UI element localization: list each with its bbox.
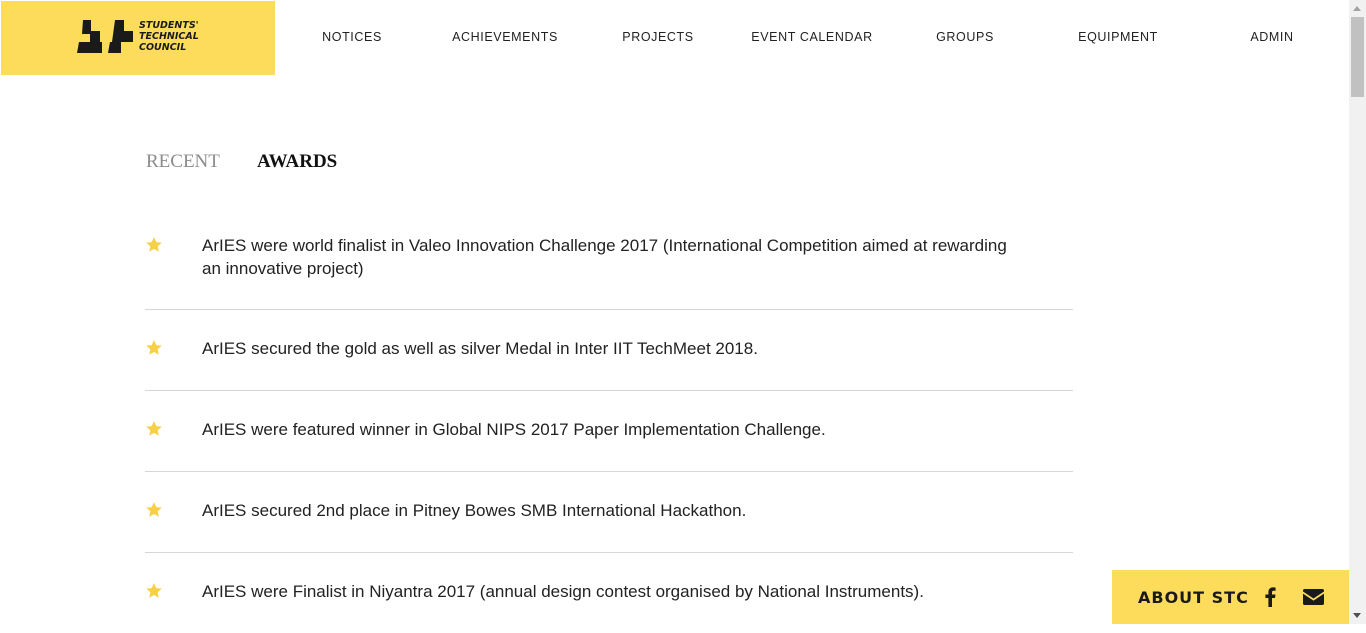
awards-list: ArIES were world finalist in Valeo Innov… <box>145 226 1073 633</box>
stc-logo[interactable]: STUDENTS' TECHNICAL COUNCIL <box>1 1 275 75</box>
award-item: ArIES secured the gold as well as silver… <box>145 310 1073 391</box>
nav-event-calendar[interactable]: EVENT CALENDAR <box>751 30 872 44</box>
award-text: ArIES were world finalist in Valeo Innov… <box>202 236 1007 278</box>
logo-line: STUDENTS' <box>139 20 199 31</box>
star-icon <box>146 340 162 355</box>
star-icon <box>146 421 162 436</box>
logo-line: TECHNICAL <box>139 31 199 42</box>
scroll-down-arrow[interactable] <box>1349 607 1366 624</box>
facebook-icon[interactable] <box>1264 587 1276 607</box>
page-scrollbar[interactable] <box>1349 0 1366 624</box>
mail-icon[interactable] <box>1303 589 1324 605</box>
stc-logo-mark <box>77 20 133 53</box>
scroll-up-arrow[interactable] <box>1349 0 1366 17</box>
award-item: ArIES were Finalist in Niyantra 2017 (an… <box>145 553 1073 633</box>
tab-recent[interactable]: RECENT <box>146 151 220 173</box>
scroll-thumb[interactable] <box>1351 17 1364 97</box>
nav-groups[interactable]: GROUPS <box>936 30 994 44</box>
about-stc-link[interactable]: ABOUT STC <box>1138 588 1249 607</box>
nav-admin[interactable]: ADMIN <box>1250 30 1293 44</box>
main-nav: NOTICES ACHIEVEMENTS PROJECTS EVENT CALE… <box>275 0 1350 75</box>
nav-notices[interactable]: NOTICES <box>322 30 382 44</box>
star-icon <box>146 583 162 598</box>
award-text: ArIES secured 2nd place in Pitney Bowes … <box>202 501 747 520</box>
star-icon <box>146 502 162 517</box>
award-text: ArIES secured the gold as well as silver… <box>202 339 758 358</box>
logo-text: STUDENTS' TECHNICAL COUNCIL <box>139 20 219 53</box>
award-text: ArIES were featured winner in Global NIP… <box>202 420 826 439</box>
star-icon <box>146 237 162 252</box>
logo-line: COUNCIL <box>139 42 187 53</box>
award-text: ArIES were Finalist in Niyantra 2017 (an… <box>202 582 924 601</box>
nav-projects[interactable]: PROJECTS <box>622 30 693 44</box>
nav-achievements[interactable]: ACHIEVEMENTS <box>452 30 558 44</box>
award-item: ArIES were featured winner in Global NIP… <box>145 391 1073 472</box>
tab-awards[interactable]: AWARDS <box>257 151 337 173</box>
about-stc-bar: ABOUT STC <box>1112 570 1349 624</box>
award-item: ArIES were world finalist in Valeo Innov… <box>145 226 1073 310</box>
nav-equipment[interactable]: EQUIPMENT <box>1078 30 1158 44</box>
award-item: ArIES secured 2nd place in Pitney Bowes … <box>145 472 1073 553</box>
